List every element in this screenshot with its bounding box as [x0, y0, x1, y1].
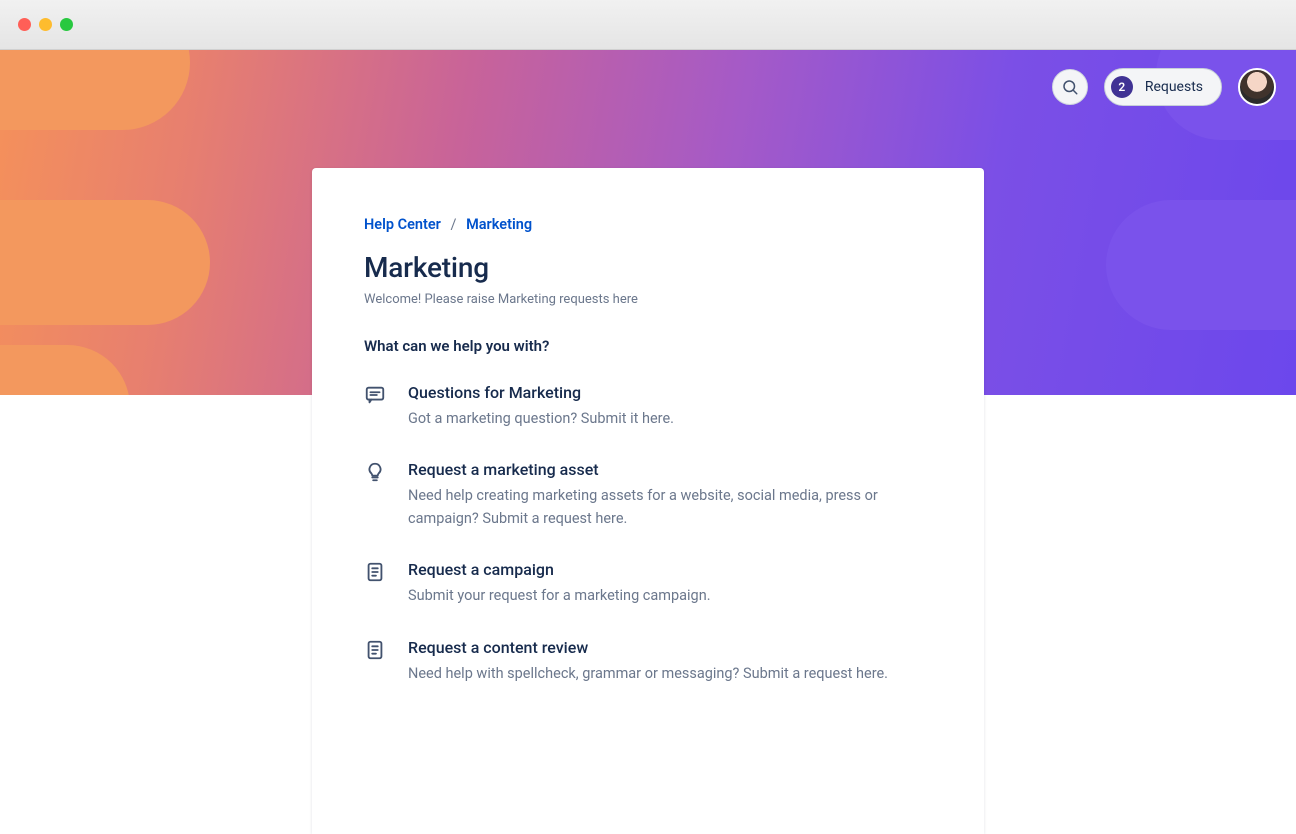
window-zoom-button[interactable]	[60, 18, 73, 31]
requests-button[interactable]: 2 Requests	[1104, 68, 1222, 106]
section-heading: What can we help you with?	[364, 337, 932, 355]
requests-count-badge: 2	[1111, 76, 1133, 98]
window-titlebar	[0, 0, 1296, 50]
request-type-title: Request a content review	[408, 638, 932, 657]
window-minimize-button[interactable]	[39, 18, 52, 31]
request-type-title: Request a marketing asset	[408, 460, 932, 479]
request-type-desc: Need help creating marketing assets for …	[408, 485, 932, 530]
lightbulb-icon	[364, 461, 386, 483]
request-type-desc: Got a marketing question? Submit it here…	[408, 408, 932, 430]
request-type-item[interactable]: Request a marketing asset Need help crea…	[364, 460, 932, 530]
decorative-shape	[0, 345, 130, 395]
request-type-body: Request a marketing asset Need help crea…	[408, 460, 932, 530]
decorative-shape	[1106, 200, 1296, 330]
chat-icon	[364, 384, 386, 406]
top-controls: 2 Requests	[1052, 68, 1276, 106]
page-subtitle: Welcome! Please raise Marketing requests…	[364, 292, 932, 307]
breadcrumb: Help Center / Marketing	[364, 216, 932, 233]
request-type-list: Questions for Marketing Got a marketing …	[364, 383, 932, 685]
page-title: Marketing	[364, 251, 932, 284]
search-button[interactable]	[1052, 69, 1088, 105]
request-type-desc: Need help with spellcheck, grammar or me…	[408, 663, 932, 685]
request-type-item[interactable]: Request a campaign Submit your request f…	[364, 560, 932, 607]
clipboard-icon	[364, 639, 386, 661]
avatar[interactable]	[1238, 68, 1276, 106]
request-type-body: Questions for Marketing Got a marketing …	[408, 383, 932, 430]
search-icon	[1061, 78, 1079, 96]
breadcrumb-current[interactable]: Marketing	[466, 216, 532, 233]
request-type-title: Questions for Marketing	[408, 383, 932, 402]
main-card: Help Center / Marketing Marketing Welcom…	[312, 168, 984, 834]
window-close-button[interactable]	[18, 18, 31, 31]
clipboard-icon	[364, 561, 386, 583]
request-type-body: Request a campaign Submit your request f…	[408, 560, 932, 607]
breadcrumb-separator: /	[444, 216, 462, 233]
request-type-title: Request a campaign	[408, 560, 932, 579]
breadcrumb-root[interactable]: Help Center	[364, 216, 441, 233]
decorative-shape	[0, 50, 190, 130]
decorative-shape	[0, 200, 210, 325]
request-type-desc: Submit your request for a marketing camp…	[408, 585, 932, 607]
request-type-item[interactable]: Request a content review Need help with …	[364, 638, 932, 685]
request-type-body: Request a content review Need help with …	[408, 638, 932, 685]
request-type-item[interactable]: Questions for Marketing Got a marketing …	[364, 383, 932, 430]
requests-label: Requests	[1145, 79, 1203, 95]
